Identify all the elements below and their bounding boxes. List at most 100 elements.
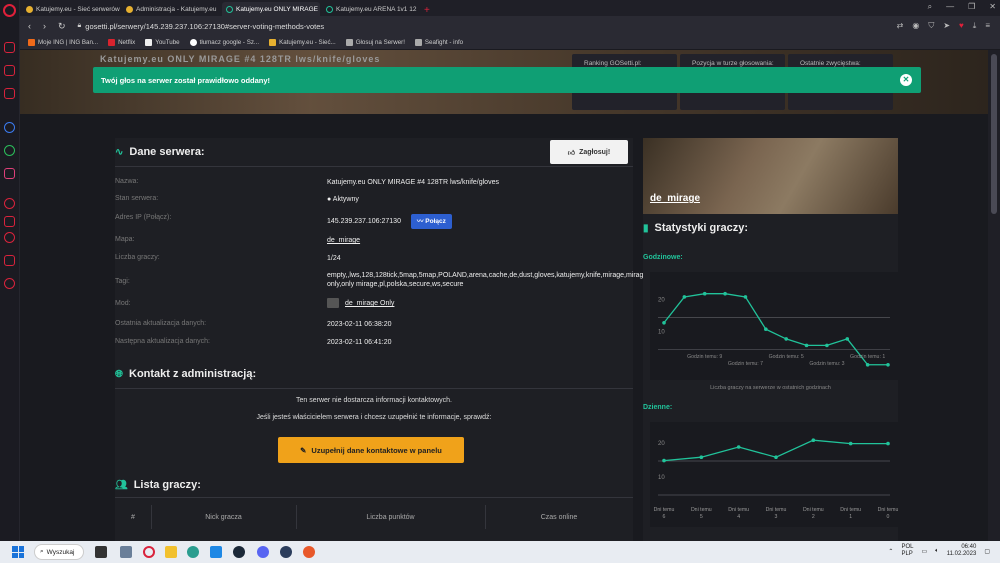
info-key: Następna aktualizacja danych: bbox=[115, 338, 210, 345]
translate-icon[interactable]: ⇄ bbox=[897, 21, 904, 31]
favicon-icon bbox=[226, 5, 233, 13]
vpn-icon[interactable] bbox=[4, 216, 15, 227]
close-tab-icon[interactable]: ✕ bbox=[219, 5, 220, 13]
layout-label: PLP bbox=[901, 551, 913, 557]
fill-contact-button[interactable]: ✎ Uzupełnij dane kontaktowe w panelu bbox=[278, 437, 464, 463]
speed-dial-icon[interactable] bbox=[4, 42, 15, 53]
status-text: Aktywny bbox=[332, 196, 359, 203]
data-point bbox=[886, 362, 890, 367]
close-window-icon[interactable]: ✕ bbox=[989, 2, 996, 12]
bookmark-seafight[interactable]: Seafight - info bbox=[414, 39, 463, 46]
column-header-points[interactable]: Liczba punktów bbox=[296, 514, 485, 521]
bookmarks-bar: Moje ING | ING Ban... Netflix YouTube tł… bbox=[20, 36, 1000, 50]
info-key: Ostatnia aktualizacja danych: bbox=[115, 320, 207, 327]
tab-0[interactable]: Katujemy.eu - Sieć serwerów✕ bbox=[22, 2, 120, 16]
url-field[interactable]: gosetti.pl/serwery/145.239.237.106:27130… bbox=[85, 22, 324, 31]
history-icon[interactable] bbox=[4, 232, 15, 243]
opera-taskbar-icon[interactable] bbox=[143, 546, 155, 558]
camera-icon[interactable]: ◉ bbox=[912, 21, 919, 31]
bookmark-netflix[interactable]: Netflix bbox=[108, 39, 135, 46]
data-point bbox=[886, 441, 890, 446]
column-header-time[interactable]: Czas online bbox=[485, 514, 633, 521]
scrollbar-thumb[interactable] bbox=[991, 54, 997, 214]
ip-value: 145.239.237.106:27130 〰 Połącz bbox=[327, 214, 627, 229]
daily-chart: 10 20 Dni temu 6 Dni temu 5 Dni temu 4 Dni temu 3… bbox=[650, 422, 898, 527]
column-header-index[interactable]: # bbox=[115, 514, 151, 521]
network-icon[interactable]: ▭ bbox=[921, 548, 927, 555]
favicon-icon bbox=[326, 5, 333, 13]
whatsapp-icon[interactable] bbox=[4, 145, 15, 156]
steam-icon[interactable] bbox=[233, 546, 245, 558]
tab-label: Administracja - Katujemy.eu bbox=[136, 5, 217, 13]
mod-icon bbox=[327, 298, 339, 308]
app-icon[interactable] bbox=[280, 546, 292, 558]
search-tabs-icon[interactable]: ⌕ bbox=[928, 2, 932, 12]
download-icon[interactable]: ⤓ bbox=[973, 21, 977, 31]
tab-1[interactable]: Administracja - Katujemy.eu✕ bbox=[122, 2, 220, 16]
bag-icon[interactable] bbox=[4, 65, 15, 76]
bookmark-google-translate[interactable]: tłumacz google - Sz... bbox=[189, 39, 259, 46]
netflix-icon bbox=[108, 39, 116, 46]
forward-icon[interactable]: › bbox=[43, 21, 46, 31]
y-tick-label: 20 bbox=[658, 297, 665, 303]
send-icon[interactable]: ➤ bbox=[943, 21, 950, 31]
task-view-icon[interactable] bbox=[95, 546, 107, 558]
close-tab-icon[interactable]: ✕ bbox=[419, 5, 420, 13]
windows-start-icon[interactable] bbox=[12, 546, 24, 558]
connect-button[interactable]: 〰 Połącz bbox=[410, 214, 452, 229]
menu-icon[interactable]: ≡ bbox=[985, 21, 990, 31]
x-tick-value: 6 bbox=[663, 514, 666, 520]
bookmark-glosuj[interactable]: Głosuj na Serwer! bbox=[345, 39, 405, 46]
bookmark-ing[interactable]: Moje ING | ING Ban... bbox=[28, 39, 98, 46]
wins-label: Ostatnie zwycięstwa: bbox=[800, 60, 861, 67]
chevron-up-icon[interactable]: ⌃ bbox=[888, 548, 893, 555]
volume-icon[interactable]: 🔈︎ bbox=[935, 548, 939, 555]
maximize-icon[interactable]: ❐ bbox=[968, 2, 975, 12]
discord-icon[interactable] bbox=[257, 546, 269, 558]
shield-icon[interactable]: ⛉ bbox=[928, 21, 934, 31]
ranking-label: Ranking GOSetti.pl: bbox=[584, 60, 642, 67]
server-panel: ∿ Dane serwera: 👍︎ Zagłosuj! Nazwa: Katujem… bbox=[115, 138, 647, 541]
column-header-nick[interactable]: Nick gracza bbox=[151, 514, 296, 521]
mod-link[interactable]: de_mirage Only bbox=[345, 300, 394, 307]
map-link[interactable]: de_mirage bbox=[327, 236, 627, 245]
reload-icon[interactable]: ↻ bbox=[58, 21, 66, 32]
tab-label: Katujemy.eu ONLY MIRAGE bbox=[236, 5, 319, 13]
close-toast-button[interactable]: ✕ bbox=[900, 74, 912, 86]
player-icon[interactable] bbox=[4, 198, 15, 209]
vote-button[interactable]: 👍︎ Zagłosuj! bbox=[550, 140, 628, 164]
map-name-link[interactable]: de_mirage bbox=[650, 193, 700, 204]
minimize-icon[interactable]: — bbox=[946, 2, 954, 12]
x-tick-label: Dni temu bbox=[654, 507, 675, 513]
info-key: Mod: bbox=[115, 300, 131, 307]
edge-icon[interactable] bbox=[187, 546, 199, 558]
data-point bbox=[865, 362, 870, 367]
bookmark-katujemy[interactable]: Katujemy.eu - Sieć... bbox=[269, 39, 336, 46]
tab-2[interactable]: Katujemy.eu ONLY MIRAGE ✕ bbox=[222, 2, 320, 16]
toast-message: Twój głos na serwer został prawidłowo od… bbox=[101, 75, 271, 85]
notifications-icon[interactable]: ▢ bbox=[984, 548, 990, 555]
tab-3[interactable]: Katujemy.eu ARENA 1v1 12✕ bbox=[322, 2, 420, 16]
page-scrollbar[interactable] bbox=[988, 50, 1000, 541]
messenger-icon[interactable] bbox=[4, 122, 15, 133]
brave-icon[interactable] bbox=[303, 546, 315, 558]
settings-icon[interactable] bbox=[4, 278, 15, 289]
thumbs-up-icon: 👍︎ bbox=[567, 149, 576, 157]
bookmark-label: Netflix bbox=[118, 39, 136, 46]
info-key: Liczba graczy: bbox=[115, 254, 160, 261]
clock[interactable]: 06:40 11.02.2023 bbox=[947, 544, 977, 558]
taskbar-search[interactable]: ⌕ Wyszukaj bbox=[34, 544, 84, 560]
twitch-icon[interactable] bbox=[4, 88, 15, 99]
bookmark-youtube[interactable]: YouTube bbox=[145, 39, 180, 46]
heart-icon[interactable]: ♥ bbox=[959, 21, 964, 31]
file-explorer-icon[interactable] bbox=[165, 546, 177, 558]
instagram-icon[interactable] bbox=[4, 168, 15, 179]
language-indicator[interactable]: POL PLP bbox=[901, 544, 913, 558]
lock-icon: 🔒︎ bbox=[77, 22, 82, 29]
store-icon[interactable] bbox=[210, 546, 222, 558]
back-icon[interactable]: ‹ bbox=[28, 21, 31, 31]
new-tab-icon[interactable]: + bbox=[424, 5, 430, 16]
opera-logo-icon[interactable] bbox=[3, 4, 16, 17]
calculator-icon[interactable] bbox=[120, 546, 132, 558]
box-icon[interactable] bbox=[4, 255, 15, 266]
